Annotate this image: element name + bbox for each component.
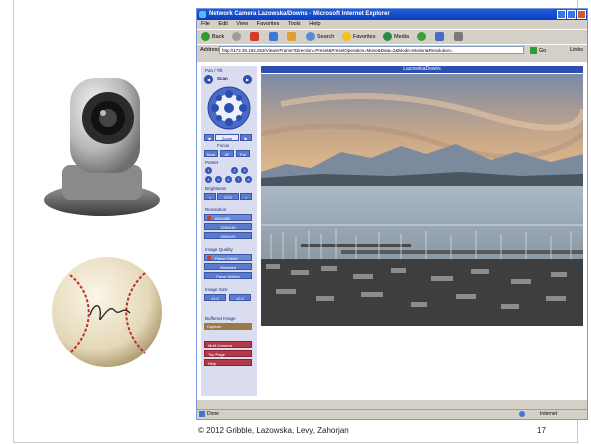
selected-indicator-icon bbox=[207, 256, 211, 260]
menu-bar: File Edit View Favorites Tools Help bbox=[197, 20, 587, 29]
page-done-icon bbox=[199, 411, 205, 417]
go-arrow-icon bbox=[530, 47, 537, 55]
focus-label: Focus bbox=[217, 143, 230, 148]
home-button[interactable] bbox=[287, 30, 298, 44]
status-text: Done bbox=[207, 411, 219, 417]
preset-5-button[interactable]: 5 bbox=[215, 176, 222, 183]
brightness-up-button[interactable]: > bbox=[240, 193, 252, 200]
title-bar: Network Camera Lazowska/Downs - Microsof… bbox=[197, 9, 587, 20]
image-size-label: Image Size bbox=[205, 287, 228, 292]
quality-favor-motion-button[interactable]: Favor Motion bbox=[204, 272, 252, 279]
links-button[interactable]: Links bbox=[570, 45, 583, 56]
resolution-640-button[interactable]: 640x480 bbox=[204, 214, 252, 221]
minimize-button[interactable] bbox=[557, 10, 566, 19]
resolution-320-button[interactable]: 320x240 bbox=[204, 223, 252, 230]
mail-button[interactable] bbox=[435, 30, 446, 44]
preset-1-button[interactable]: 1 bbox=[205, 167, 212, 174]
forward-arrow-icon bbox=[231, 32, 241, 42]
menu-help[interactable]: Help bbox=[309, 21, 320, 27]
network-camera-photo bbox=[44, 78, 160, 216]
focus-near-button[interactable]: Near bbox=[204, 150, 218, 157]
image-size-2x-button[interactable]: x2.0 bbox=[229, 294, 251, 301]
menu-view[interactable]: View bbox=[236, 21, 248, 27]
status-bar: Done Internet bbox=[197, 409, 587, 419]
signed-baseball-photo bbox=[52, 257, 162, 367]
menu-favorites[interactable]: Favorites bbox=[257, 21, 280, 27]
refresh-icon bbox=[268, 32, 278, 42]
search-button[interactable]: Search bbox=[305, 30, 334, 44]
go-button[interactable]: Go bbox=[530, 46, 546, 57]
favorites-button[interactable]: Favorites bbox=[341, 30, 375, 44]
zoom-in-button[interactable]: ▶ bbox=[240, 134, 252, 141]
page-content: Pan / Tilt ◀ Scan ▶ ◀ Zoom ▶ Focus Near … bbox=[197, 62, 587, 400]
print-icon bbox=[453, 32, 463, 42]
browser-window: Network Camera Lazowska/Downs - Microsof… bbox=[196, 8, 588, 420]
preset-7-button[interactable]: 7 bbox=[235, 176, 242, 183]
close-button[interactable] bbox=[577, 10, 586, 19]
refresh-button[interactable] bbox=[268, 30, 280, 44]
preset-6-button[interactable]: 6 bbox=[225, 176, 232, 183]
history-button[interactable] bbox=[416, 30, 428, 44]
quality-favor-clarity-button[interactable]: Favor Clarity bbox=[204, 254, 252, 261]
forward-button[interactable] bbox=[231, 30, 243, 44]
address-input[interactable]: http://172.30.192.253/ViewerFrame?Direct… bbox=[219, 46, 524, 54]
slide-number: 17 bbox=[537, 426, 546, 435]
zoom-out-button[interactable]: ◀ bbox=[204, 134, 214, 141]
toolbar: Back Search Favorites Media bbox=[197, 29, 587, 44]
home-icon bbox=[287, 32, 297, 42]
zone-text: Internet bbox=[540, 411, 557, 417]
focus-far-button[interactable]: Far bbox=[236, 150, 250, 157]
star-icon bbox=[341, 32, 351, 42]
menu-file[interactable]: File bbox=[201, 21, 210, 27]
media-icon bbox=[383, 32, 393, 42]
search-icon bbox=[305, 32, 315, 42]
selected-indicator-icon bbox=[207, 216, 211, 220]
top-page-button[interactable]: Top Page bbox=[204, 350, 252, 357]
capture-button[interactable]: Capture bbox=[204, 323, 252, 330]
preset-8-button[interactable]: 8 bbox=[245, 176, 252, 183]
menu-edit[interactable]: Edit bbox=[218, 21, 227, 27]
help-button[interactable]: Help bbox=[204, 359, 252, 366]
ie-icon bbox=[199, 11, 206, 18]
multi-camera-button[interactable]: Multi-Camera bbox=[204, 341, 252, 348]
print-button[interactable] bbox=[453, 30, 465, 44]
pan-tilt-label: Pan / Tilt bbox=[205, 68, 223, 73]
image-size-1x-button[interactable]: x1.0 bbox=[204, 294, 226, 301]
history-icon bbox=[416, 32, 426, 42]
focus-auto-button[interactable]: AF bbox=[220, 150, 234, 157]
brightness-standard-button[interactable]: STD bbox=[217, 193, 239, 200]
zoom-value: Zoom bbox=[215, 134, 239, 141]
buffered-image-label: Buffered Image bbox=[205, 316, 236, 321]
menu-tools[interactable]: Tools bbox=[288, 21, 301, 27]
preset-3-button[interactable]: 3 bbox=[241, 167, 248, 174]
brightness-label: Brightness bbox=[205, 186, 227, 191]
address-bar: Address http://172.30.192.253/ViewerFram… bbox=[197, 44, 587, 56]
address-label: Address bbox=[200, 47, 221, 53]
image-quality-label: Image Quality bbox=[205, 247, 233, 252]
maximize-button[interactable] bbox=[567, 10, 576, 19]
scan-right-button[interactable]: ▶ bbox=[243, 75, 252, 84]
brightness-down-button[interactable]: < bbox=[204, 193, 216, 200]
mail-icon bbox=[435, 32, 445, 42]
preset-label: Preset bbox=[205, 160, 219, 165]
quality-standard-button[interactable]: Standard bbox=[204, 263, 252, 270]
copyright-footer: © 2012 Gribble, Lazowska, Levy, Zahorjan bbox=[198, 426, 349, 435]
resolution-160-button[interactable]: 160x120 bbox=[204, 232, 252, 239]
media-button[interactable]: Media bbox=[383, 30, 409, 44]
preset-2-button[interactable]: 2 bbox=[231, 167, 238, 174]
back-button[interactable]: Back bbox=[201, 30, 224, 44]
back-arrow-icon bbox=[201, 32, 210, 42]
stop-button[interactable] bbox=[250, 30, 261, 44]
scan-left-button[interactable]: ◀ bbox=[204, 75, 213, 84]
stop-icon bbox=[250, 32, 260, 42]
camera-live-image bbox=[261, 74, 583, 326]
internet-globe-icon bbox=[519, 411, 525, 417]
pan-tilt-pad[interactable] bbox=[207, 86, 251, 130]
resolution-label: Resolution bbox=[205, 207, 227, 212]
camera-control-panel: Pan / Tilt ◀ Scan ▶ ◀ Zoom ▶ Focus Near … bbox=[201, 66, 257, 396]
camera-name-header: LazowskaDowns bbox=[261, 66, 583, 73]
preset-4-button[interactable]: 4 bbox=[205, 176, 212, 183]
window-title: Network Camera Lazowska/Downs - Microsof… bbox=[209, 11, 390, 17]
scan-label: Scan bbox=[217, 76, 228, 81]
